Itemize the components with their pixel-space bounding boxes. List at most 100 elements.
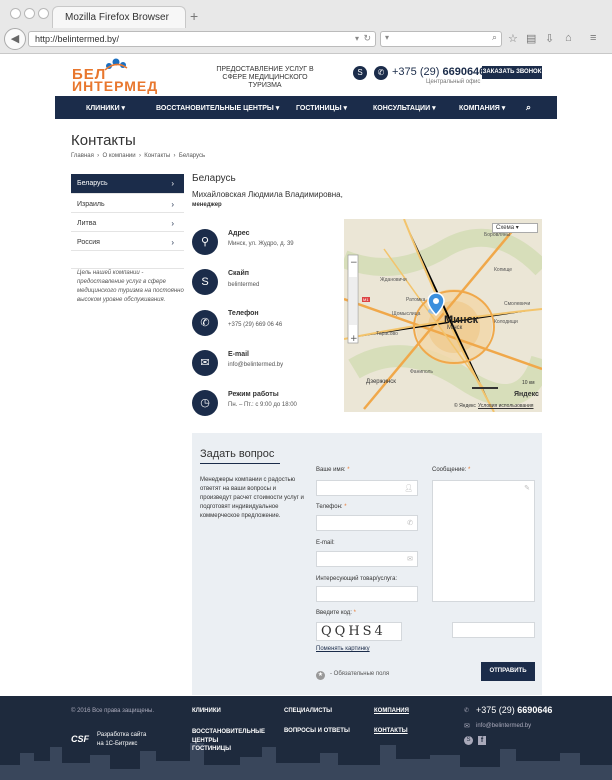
page-title: Контакты <box>71 132 136 149</box>
download-icon[interactable]: ⇩ <box>545 32 554 45</box>
browser-tab[interactable]: Mozilla Firefox Browser <box>52 6 186 28</box>
nav-search-icon[interactable]: ⌕ <box>526 102 531 113</box>
nav-item-clinics[interactable]: КЛИНИКИ ▾ <box>86 104 125 112</box>
message-textarea[interactable]: ✎ <box>432 480 535 602</box>
footer-link-contacts[interactable]: КОНТАКТЫ <box>374 728 408 734</box>
back-arrow-icon[interactable]: ◀ <box>4 28 26 50</box>
email-field-label: E-mail: <box>316 540 335 546</box>
map-scale-label: 10 км <box>522 380 535 386</box>
contact-person: Михайловская Людмила Владимировна, <box>192 190 343 199</box>
form-description: Менеджеры компании с радостью ответят на… <box>200 477 304 519</box>
reading-list-icon[interactable]: ▤ <box>526 32 536 45</box>
sidebar-note: Цель нашей компании - предоставление усл… <box>71 268 184 305</box>
sidebar-item-russia[interactable]: Россия › <box>71 233 184 251</box>
bookmark-star-icon[interactable]: ☆ <box>508 32 518 45</box>
window-close-button[interactable] <box>10 8 21 19</box>
nav-item-consultations[interactable]: КОНСУЛЬТАЦИИ ▾ <box>373 104 436 112</box>
map-place: Смолевичи <box>504 301 531 307</box>
phone-label-text: Телефон: <box>316 504 343 510</box>
callback-button[interactable]: ЗАКАЗАТЬ ЗВОНОК <box>482 66 542 79</box>
footer-link-clinics[interactable]: КЛИНИКИ <box>192 708 221 714</box>
new-tab-button[interactable]: + <box>190 8 198 24</box>
sidebar-item-lithuania[interactable]: Литва › <box>71 214 184 232</box>
logo-mark-icon <box>104 58 128 71</box>
name-label: Ваше имя: * <box>316 467 350 473</box>
name-input[interactable]: 👤︎ <box>316 480 418 496</box>
map-type-select[interactable]: Схема ▾ <box>492 223 538 233</box>
sidebar-item-israel[interactable]: Израиль › <box>71 195 184 213</box>
footer-link-faq[interactable]: ВОПРОСЫ И ОТВЕТЫ <box>284 728 350 734</box>
name-label-text: Ваше имя: <box>316 467 346 473</box>
breadcrumb-item[interactable]: О компании <box>103 153 136 159</box>
breadcrumb: Главная › О компании › Контакты › Белару… <box>71 153 206 159</box>
footer-facebook-icon[interactable]: f <box>478 736 486 745</box>
breadcrumb-item[interactable]: Главная <box>71 153 94 159</box>
sidebar-item-belarus[interactable]: Беларусь › <box>71 174 184 194</box>
phone-field-label: Телефон: * <box>316 504 347 510</box>
map-place: Копище <box>494 267 513 273</box>
nav-item-rehab-centers[interactable]: ВОССТАНОВИТЕЛЬНЫЕ ЦЕНТРЫ ▾ <box>156 104 279 112</box>
map-place: Ждановичи <box>380 277 407 283</box>
phone-number: 6690646 <box>442 66 486 78</box>
nav-item-hotels[interactable]: ГОСТИНИЦЫ ▾ <box>296 104 347 112</box>
sidebar-item-label: Литва <box>77 220 97 227</box>
email-value[interactable]: info@belintermed.by <box>228 362 283 368</box>
nav-label: ВОССТАНОВИТЕЛЬНЫЕ ЦЕНТРЫ <box>156 105 274 112</box>
url-text: http://belintermed.by/ <box>35 34 120 44</box>
reload-icon[interactable]: ↻ <box>363 33 371 44</box>
skype-value[interactable]: belintermed <box>228 282 259 288</box>
footer-skype-icon[interactable]: S <box>464 736 473 745</box>
logo-text-bottom[interactable]: ИНТЕРМЕД <box>72 78 158 94</box>
map-type-label: Схема <box>496 225 515 231</box>
footer-phone[interactable]: +375 (29) 6690646 <box>476 705 552 715</box>
map-place: Тарасово <box>376 331 398 337</box>
footer-link-specialists[interactable]: СПЕЦИАЛИСТЫ <box>284 708 332 714</box>
footer-copyright: © 2016 Все права защищены. <box>71 708 155 714</box>
map-place: Фаниполь <box>410 369 434 375</box>
phone-icon: ✆ <box>407 520 413 527</box>
header-phone[interactable]: +375 (29) 6690646 <box>392 66 485 78</box>
phone-input[interactable]: ✆ <box>316 515 418 531</box>
submit-button[interactable]: ОТПРАВИТЬ <box>481 662 535 681</box>
dropdown-icon[interactable]: ▾ <box>355 34 359 43</box>
map-city-label-small: Мінск <box>447 325 463 331</box>
map-road-label: M1 <box>362 297 370 302</box>
nav-item-company[interactable]: КОМПАНИЯ ▾ <box>459 104 505 112</box>
nav-label: КОНСУЛЬТАЦИИ <box>373 105 431 112</box>
home-icon[interactable]: ⌂ <box>565 32 572 44</box>
header-tagline: ПРЕДОСТАВЛЕНИЕ УСЛУГ В СФЕРЕ МЕДИЦИНСКОГ… <box>216 66 314 89</box>
phone-value[interactable]: +375 (29) 669 06 46 <box>228 322 282 328</box>
chevron-right-icon: › <box>171 219 174 228</box>
developer-logo[interactable]: CSF <box>71 734 89 744</box>
hours-value: Пн. – Пт.: с 9:00 до 18:00 <box>228 402 297 408</box>
map-terms-link[interactable]: Условия использования <box>478 403 534 409</box>
developer-text-1[interactable]: Разработка сайта <box>97 732 146 738</box>
search-icon[interactable]: ⌕ <box>492 32 497 43</box>
phone-prefix: +375 (29) <box>392 66 440 78</box>
captcha-image: QQHS4 <box>316 622 402 641</box>
url-bar[interactable]: http://belintermed.by/ ▾ ↻ <box>28 31 376 47</box>
map-place: Щомыслица <box>392 311 421 317</box>
product-input[interactable] <box>316 586 418 602</box>
developer-text-2[interactable]: на 1С-Битрикс <box>97 741 137 747</box>
location-pin-icon: ⚲ <box>192 229 218 255</box>
footer-phone-prefix: +375 (29) <box>476 705 515 715</box>
footer-link-company[interactable]: КОМПАНИЯ <box>374 708 409 714</box>
map-widget[interactable]: − + Минск Мінск Боровляны Ждановичи Копи… <box>344 219 542 412</box>
footer-link-rehab[interactable]: ВОССТАНОВИТЕЛЬНЫЕ ЦЕНТРЫ <box>192 728 265 746</box>
footer-link-hotels[interactable]: ГОСТИНИЦЫ <box>192 746 231 752</box>
search-input[interactable]: ▾ ⌕ <box>380 31 502 47</box>
window-maximize-button[interactable] <box>38 8 49 19</box>
captcha-input[interactable] <box>452 622 535 638</box>
phone-label: Телефон <box>228 310 259 317</box>
footer-email[interactable]: info@belintermed.by <box>476 723 531 729</box>
breadcrumb-item[interactable]: Контакты <box>144 153 170 159</box>
change-captcha-link[interactable]: Поменять картинку <box>316 646 370 652</box>
search-engine-icon[interactable]: ▾ <box>385 33 389 42</box>
skype-icon[interactable]: S <box>353 66 367 80</box>
nav-label: ГОСТИНИЦЫ <box>296 105 342 112</box>
email-input[interactable]: ✉ <box>316 551 418 567</box>
form-title: Задать вопрос <box>200 448 275 460</box>
window-minimize-button[interactable] <box>24 8 35 19</box>
menu-icon[interactable]: ≡ <box>590 32 596 44</box>
